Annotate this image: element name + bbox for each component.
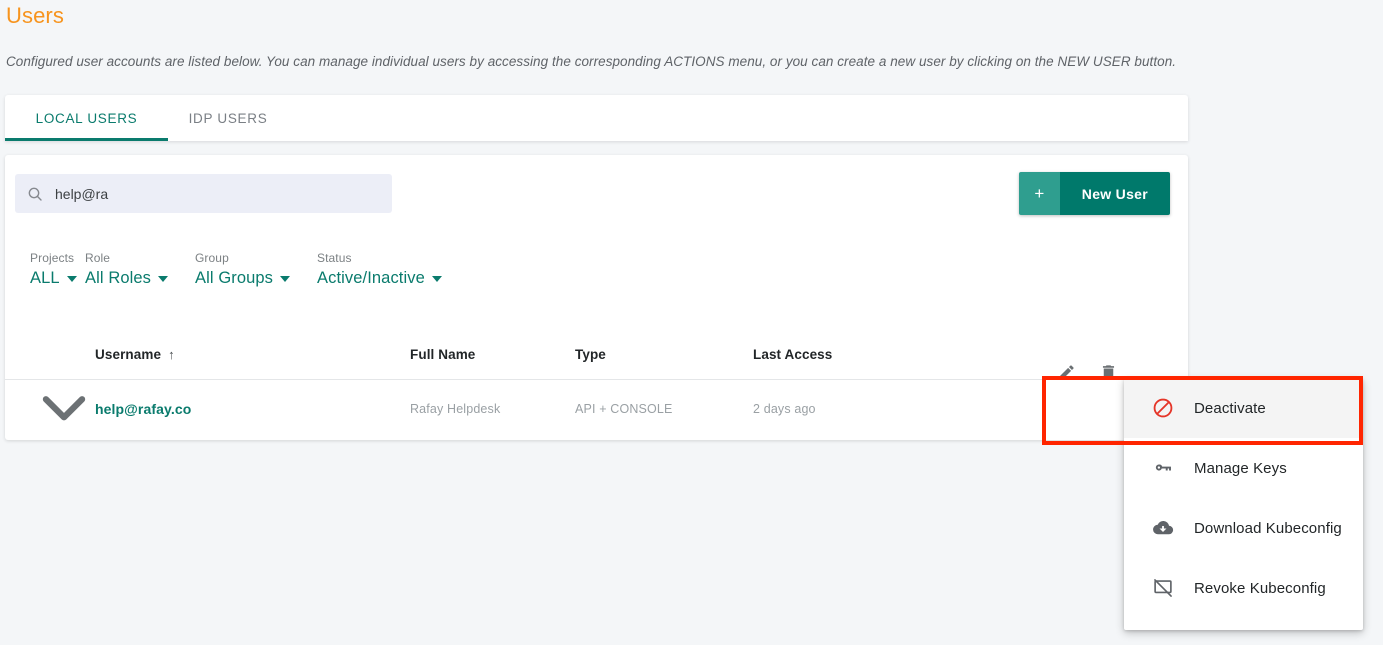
column-header-fullname-label: Full Name <box>410 347 476 362</box>
filter-role-label: Role <box>85 251 111 265</box>
users-content-card: + New User Projects ALL Role All Roles G… <box>5 155 1188 440</box>
page-description: Configured user accounts are listed belo… <box>6 54 1177 69</box>
menu-item-manage-keys[interactable]: Manage Keys <box>1124 438 1363 498</box>
chevron-down-icon <box>66 275 77 282</box>
column-header-last-access-label: Last Access <box>753 347 833 362</box>
filter-role-value: All Roles <box>85 269 195 288</box>
filter-status-label: Status <box>317 251 352 265</box>
block-icon <box>1152 397 1174 419</box>
cell-type: API + CONSOLE <box>575 402 673 416</box>
cell-last-access: 2 days ago <box>753 402 816 416</box>
menu-item-revoke-kubeconfig[interactable]: Revoke Kubeconfig <box>1124 558 1363 618</box>
menu-item-download-kubeconfig-label: Download Kubeconfig <box>1194 519 1342 537</box>
tab-bar: LOCAL USERS IDP USERS <box>5 95 1188 141</box>
menu-item-deactivate[interactable]: Deactivate <box>1124 378 1363 438</box>
edit-icon[interactable] <box>1057 363 1076 382</box>
filter-role[interactable]: Role All Roles <box>85 251 195 288</box>
menu-item-manage-keys-label: Manage Keys <box>1194 459 1287 477</box>
screen-off-icon <box>1152 577 1174 599</box>
search-input[interactable] <box>55 185 365 202</box>
key-icon <box>1152 457 1174 479</box>
chevron-down-icon <box>33 395 95 442</box>
tab-idp-users-label: IDP USERS <box>188 110 268 126</box>
filter-status[interactable]: Status Active/Inactive <box>317 251 467 288</box>
row-action-icons <box>1045 344 1127 401</box>
chevron-down-icon <box>158 275 169 282</box>
filter-group-label: Group <box>195 251 229 265</box>
column-header-fullname[interactable]: Full Name <box>410 347 575 362</box>
filter-projects-value-text: ALL <box>30 269 60 287</box>
users-page: Users Configured user accounts are liste… <box>0 0 1383 645</box>
filter-bar: Projects ALL Role All Roles Group All Gr… <box>30 251 467 288</box>
new-user-plus-icon: + <box>1018 172 1060 215</box>
row-expand-toggle[interactable] <box>33 376 95 443</box>
filter-projects[interactable]: Projects ALL <box>30 251 85 288</box>
filter-role-value-text: All Roles <box>85 269 152 287</box>
table-header-row: Username ↑ Full Name Type Last Access <box>5 330 1188 380</box>
user-actions-menu: Deactivate Manage Keys Download Kubeconf… <box>1124 378 1363 630</box>
delete-icon[interactable] <box>1099 363 1118 382</box>
cell-fullname: Rafay Helpdesk <box>410 402 501 416</box>
column-header-username-label: Username <box>95 347 162 362</box>
new-user-button[interactable]: + New User <box>1018 172 1170 215</box>
column-header-username[interactable]: Username ↑ <box>95 347 410 362</box>
filter-status-value-text: Active/Inactive <box>317 269 425 287</box>
filter-group[interactable]: Group All Groups <box>195 251 317 288</box>
column-header-type-label: Type <box>575 347 606 362</box>
column-header-last-access[interactable]: Last Access <box>753 347 953 362</box>
page-title: Users <box>6 3 64 28</box>
chevron-down-icon <box>280 275 291 282</box>
tab-idp-users[interactable]: IDP USERS <box>168 95 288 141</box>
chevron-down-icon <box>431 275 442 282</box>
cell-username[interactable]: help@rafay.co <box>95 401 410 417</box>
filter-projects-label: Projects <box>30 251 75 265</box>
cloud-download-icon <box>1152 517 1174 539</box>
filter-group-value-text: All Groups <box>195 269 274 287</box>
filter-status-value: Active/Inactive <box>317 269 467 288</box>
new-user-button-label: New User <box>1059 172 1170 215</box>
tabs-card: LOCAL USERS IDP USERS <box>5 95 1188 141</box>
sort-ascending-icon: ↑ <box>168 347 175 362</box>
filter-projects-value: ALL <box>30 269 85 288</box>
filter-group-value: All Groups <box>195 269 317 288</box>
menu-item-download-kubeconfig[interactable]: Download Kubeconfig <box>1124 498 1363 558</box>
column-header-type[interactable]: Type <box>575 347 753 362</box>
menu-item-revoke-kubeconfig-label: Revoke Kubeconfig <box>1194 579 1326 597</box>
tab-local-users[interactable]: LOCAL USERS <box>5 95 168 141</box>
search-icon <box>27 186 43 202</box>
menu-item-deactivate-label: Deactivate <box>1194 399 1266 417</box>
table-row: help@rafay.co Rafay Helpdesk API + CONSO… <box>5 380 1188 438</box>
users-table: Username ↑ Full Name Type Last Access he… <box>5 330 1188 438</box>
search-box[interactable] <box>15 174 392 213</box>
tab-local-users-label: LOCAL USERS <box>35 110 138 126</box>
